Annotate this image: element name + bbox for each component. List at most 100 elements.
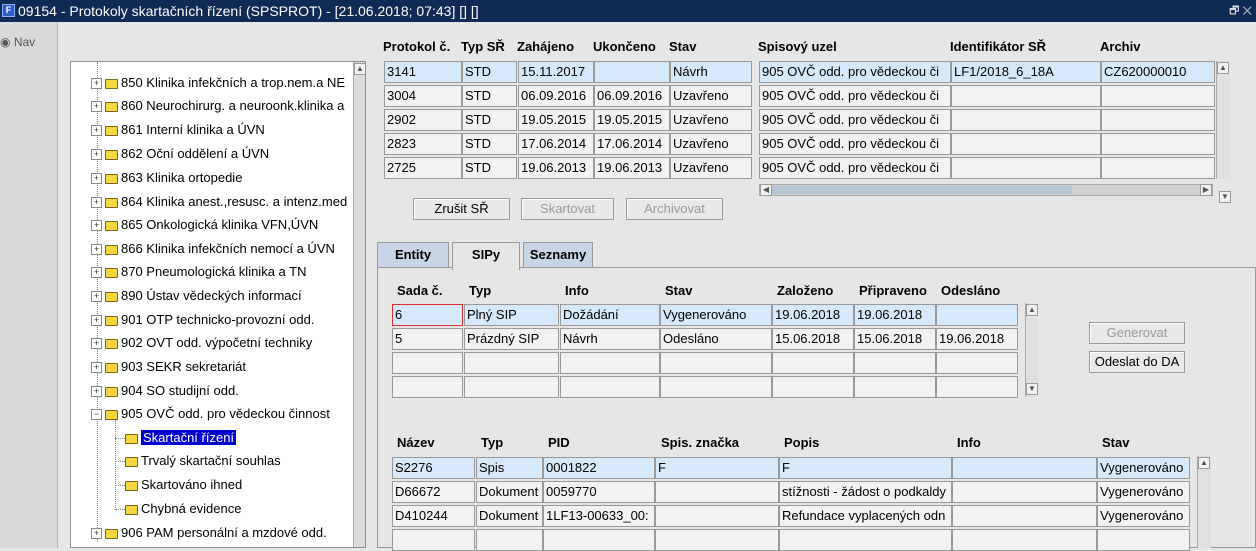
table-cell[interactable]: 19.06.2018 xyxy=(772,304,854,326)
table-cell[interactable]: F xyxy=(779,457,952,479)
tree-item[interactable]: +890 Ústav vědeckých informací xyxy=(91,284,302,307)
tree-item[interactable]: − 905 OVČ odd. pro vědeckou činnost xyxy=(91,402,330,425)
table-cell[interactable] xyxy=(951,157,1101,179)
expand-icon[interactable]: + xyxy=(91,220,102,232)
table-cell[interactable]: 19.05.2015 xyxy=(518,109,594,131)
expand-icon[interactable]: + xyxy=(91,338,102,350)
table-cell[interactable] xyxy=(936,352,1018,374)
table-cell[interactable]: STD xyxy=(462,61,517,83)
tree-item[interactable]: +903 SEKR sekretariát xyxy=(91,355,246,378)
table-cell[interactable]: 15.06.2018 xyxy=(772,328,854,350)
window-controls[interactable]: 🗗 ✕ xyxy=(1229,0,1252,22)
table-cell[interactable] xyxy=(1101,109,1215,131)
tree-item[interactable]: +862 Oční oddělení a ÚVN xyxy=(91,142,269,165)
table-cell[interactable]: 2823 xyxy=(384,133,462,155)
table-cell[interactable]: 19.06.2018 xyxy=(936,328,1018,350)
table-cell[interactable] xyxy=(392,352,463,374)
tree-item[interactable]: +904 SO studijní odd. xyxy=(91,379,239,402)
table-cell[interactable]: 15.11.2017 xyxy=(518,61,594,83)
tree-item[interactable]: +860 Neurochirurg. a neuroonk.klinika a xyxy=(91,94,344,117)
table-cell[interactable]: Dokument xyxy=(476,481,543,503)
table-cell[interactable] xyxy=(951,109,1101,131)
tab-entity[interactable]: Entity xyxy=(377,242,449,268)
table-cell[interactable]: stížnosti - žádost o podkaldy xyxy=(779,481,952,503)
table-cell[interactable]: Vygenerováno xyxy=(1097,481,1190,503)
tab-sip[interactable]: SIPy xyxy=(452,242,520,270)
table-cell[interactable]: 17.06.2014 xyxy=(594,133,670,155)
table-cell[interactable]: 3141 xyxy=(384,61,462,83)
archive-button[interactable]: Archivovat xyxy=(626,198,723,220)
table-cell[interactable] xyxy=(660,376,772,398)
table-cell[interactable] xyxy=(952,505,1097,527)
table-cell[interactable]: 19.05.2015 xyxy=(594,109,670,131)
expand-icon[interactable]: + xyxy=(91,386,102,398)
scroll-up-icon[interactable]: ▲ xyxy=(1026,304,1038,316)
table-cell[interactable] xyxy=(560,352,660,374)
table-cell[interactable]: CZ620000010 xyxy=(1101,61,1215,83)
expand-icon[interactable]: + xyxy=(91,173,102,185)
table-cell[interactable] xyxy=(1101,157,1215,179)
table-cell[interactable]: 15.06.2018 xyxy=(854,328,936,350)
table-cell[interactable]: 19.06.2013 xyxy=(518,157,594,179)
sip-vertical-scrollbar[interactable]: ▲ ▼ xyxy=(1025,303,1038,397)
expand-icon[interactable]: + xyxy=(91,291,102,303)
table-cell[interactable]: STD xyxy=(462,85,517,107)
table-cell[interactable]: D66672 xyxy=(392,481,475,503)
table-cell[interactable]: STD xyxy=(462,133,517,155)
table-cell[interactable]: 5 xyxy=(392,328,463,350)
scroll-left-icon[interactable]: ◀ xyxy=(760,184,772,196)
table-cell[interactable]: D410244 xyxy=(392,505,475,527)
table-cell[interactable]: 19.06.2018 xyxy=(854,304,936,326)
tree-child-item[interactable]: Trvalý skartační souhlas xyxy=(125,449,281,472)
table-cell[interactable]: Návrh xyxy=(560,328,660,350)
table-cell[interactable]: 905 OVČ odd. pro vědeckou či xyxy=(759,157,951,179)
scroll-down-icon[interactable]: ▼ xyxy=(1219,191,1231,203)
expand-icon[interactable]: + xyxy=(91,125,102,137)
table-cell[interactable]: Uzavřeno xyxy=(670,85,752,107)
table-cell[interactable]: S2276 xyxy=(392,457,475,479)
table-cell[interactable] xyxy=(772,376,854,398)
expand-icon[interactable]: + xyxy=(91,197,102,209)
table-cell[interactable] xyxy=(936,304,1018,326)
generate-button[interactable]: Generovat xyxy=(1089,322,1185,344)
table-cell[interactable]: LF1/2018_6_18A xyxy=(951,61,1101,83)
tree-child-item[interactable]: Skartováno ihned xyxy=(125,473,242,496)
table-cell[interactable] xyxy=(660,352,772,374)
table-cell[interactable] xyxy=(1101,85,1215,107)
table-cell[interactable] xyxy=(772,352,854,374)
scroll-up-icon[interactable]: ▲ xyxy=(1217,62,1229,74)
table-cell[interactable]: Odesláno xyxy=(660,328,772,350)
table-cell[interactable]: Dožádání xyxy=(560,304,660,326)
tree-child-item[interactable]: Skartační řízení xyxy=(125,426,237,449)
tree-item[interactable]: +866 Klinika infekčních nemocí a ÚVN xyxy=(91,237,335,260)
table-cell[interactable]: 905 OVČ odd. pro vědeckou či xyxy=(759,109,951,131)
table-cell[interactable]: 17.06.2014 xyxy=(518,133,594,155)
expand-icon[interactable]: + xyxy=(91,528,102,540)
table-cell[interactable]: Spis xyxy=(476,457,543,479)
table-cell[interactable]: STD xyxy=(462,109,517,131)
expand-icon[interactable]: + xyxy=(91,101,102,113)
table-cell[interactable]: 0001822 xyxy=(543,457,655,479)
table-cell[interactable] xyxy=(951,133,1101,155)
table-cell[interactable]: 1LF13-00633_00: xyxy=(543,505,655,527)
tab-lists[interactable]: Seznamy xyxy=(523,242,593,268)
table-cell[interactable] xyxy=(655,481,779,503)
nav-button[interactable]: ◉ Nav xyxy=(0,35,35,49)
tree-item[interactable]: +902 OVT odd. výpočetní techniky xyxy=(91,331,312,354)
tree-item[interactable]: +901 OTP technicko-provozní odd. xyxy=(91,308,314,331)
table-cell[interactable]: 2902 xyxy=(384,109,462,131)
table-cell[interactable]: 3004 xyxy=(384,85,462,107)
table-cell[interactable] xyxy=(951,85,1101,107)
tree-child-item[interactable]: Chybná evidence xyxy=(125,497,241,520)
tree-item[interactable]: +864 Klinika anest.,resusc. a intenz.med xyxy=(91,190,347,213)
table-cell[interactable]: 6 xyxy=(392,304,463,326)
items-vertical-scrollbar[interactable]: ▲ xyxy=(1197,456,1211,548)
table-cell[interactable] xyxy=(594,61,670,83)
tree-item[interactable]: +863 Klinika ortopedie xyxy=(91,166,242,189)
table-cell[interactable] xyxy=(952,481,1097,503)
expand-icon[interactable]: + xyxy=(91,315,102,327)
expand-icon[interactable]: + xyxy=(91,362,102,374)
scroll-down-icon[interactable]: ▼ xyxy=(1026,383,1038,395)
table-cell[interactable] xyxy=(1101,133,1215,155)
table-cell[interactable]: 0059770 xyxy=(543,481,655,503)
